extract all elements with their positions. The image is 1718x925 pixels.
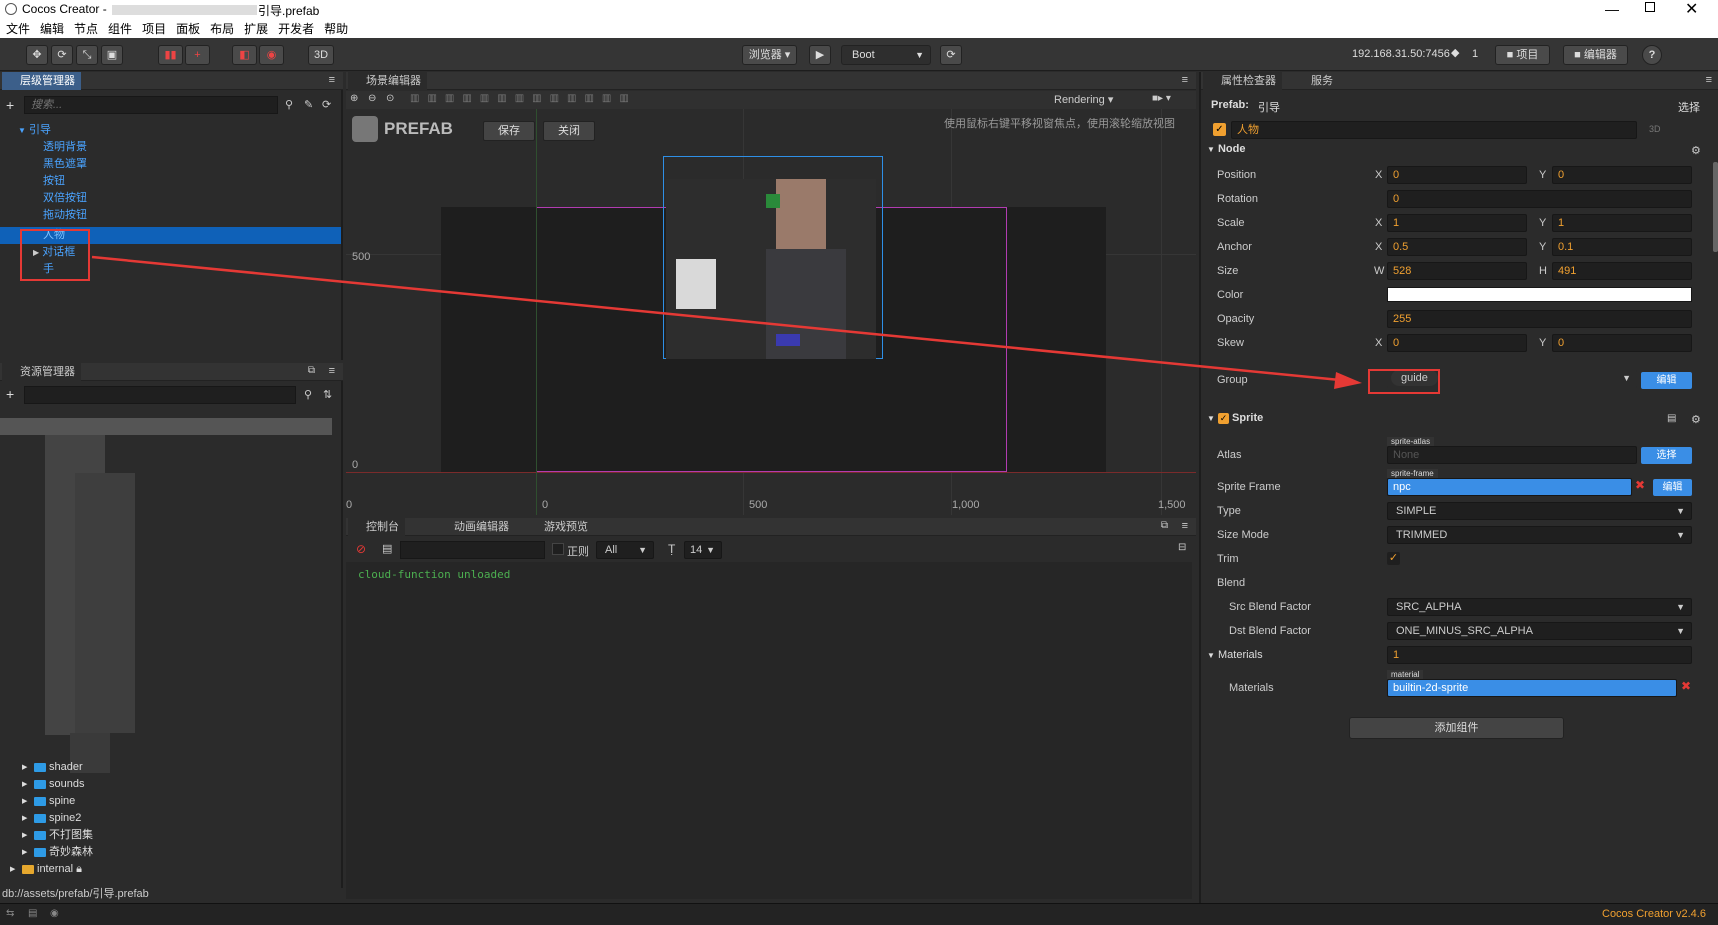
annotation-arrow-line	[91, 255, 1341, 382]
annotation-arrow	[91, 255, 1362, 389]
annotation-arrow-head	[1334, 372, 1362, 389]
